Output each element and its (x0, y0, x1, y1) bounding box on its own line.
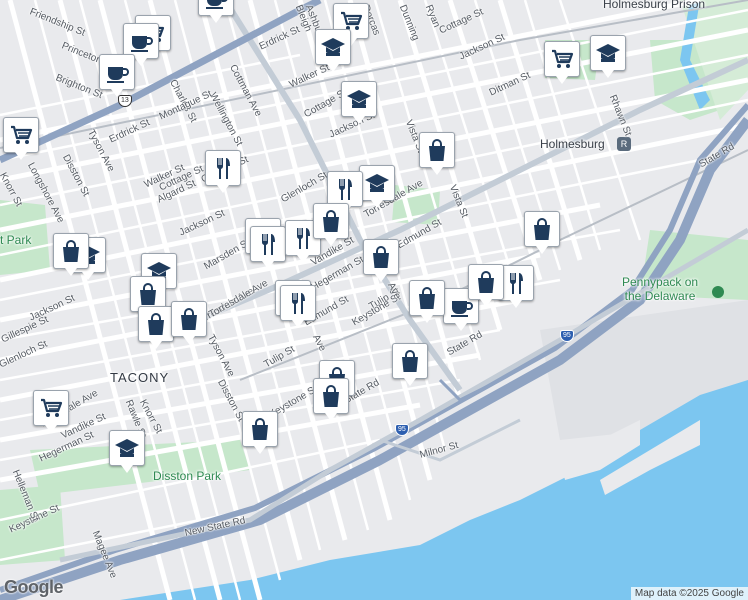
map-attribution: Map data ©2025 Google (630, 587, 748, 600)
map-canvas[interactable]: TACONY Holmesburg Holmesburg Prison Diss… (0, 0, 748, 600)
map-marker-bag[interactable] (409, 280, 445, 323)
map-marker-food[interactable] (250, 226, 286, 269)
map-marker-cap[interactable] (590, 35, 626, 78)
park-label-left: t Park (0, 233, 32, 247)
map-marker-bag[interactable] (171, 301, 207, 344)
map-marker-cap[interactable] (359, 165, 395, 208)
neighborhood-label-tacony: TACONY (110, 370, 170, 385)
map-marker-cart[interactable] (3, 117, 39, 160)
map-marker-cap[interactable] (315, 29, 351, 72)
neighborhood-label-holmesburg: Holmesburg (540, 137, 605, 151)
map-marker-cap[interactable] (109, 430, 145, 473)
map-marker-bag[interactable] (313, 203, 349, 246)
map-marker-cap[interactable] (341, 81, 377, 124)
map-marker-bag[interactable] (468, 264, 504, 307)
map-marker-cart[interactable] (544, 41, 580, 84)
map-marker-cup[interactable] (198, 0, 234, 23)
map-marker-food[interactable] (205, 150, 241, 193)
map-marker-bag[interactable] (363, 239, 399, 282)
park-label-disston: Disston Park (153, 469, 222, 483)
map-marker-cart[interactable] (33, 390, 69, 433)
map-marker-bag[interactable] (392, 343, 428, 386)
map-marker-bag[interactable] (138, 306, 174, 349)
poi-label-pennypack: Pennypack on the Delaware (622, 275, 699, 303)
rail-station-icon: R (617, 137, 631, 151)
label-holmesburg-prison: Holmesburg Prison (603, 0, 706, 11)
google-logo: Google (4, 577, 64, 597)
map-marker-food[interactable] (327, 171, 363, 214)
map-marker-food[interactable] (280, 285, 316, 328)
park-marker-icon (712, 286, 724, 298)
map-marker-bag[interactable] (313, 378, 349, 421)
map-marker-bag[interactable] (242, 411, 278, 454)
map-marker-bag[interactable] (53, 233, 89, 276)
map-marker-bag[interactable] (524, 211, 560, 254)
map-marker-bag[interactable] (419, 132, 455, 175)
map-marker-cup[interactable] (99, 54, 135, 97)
